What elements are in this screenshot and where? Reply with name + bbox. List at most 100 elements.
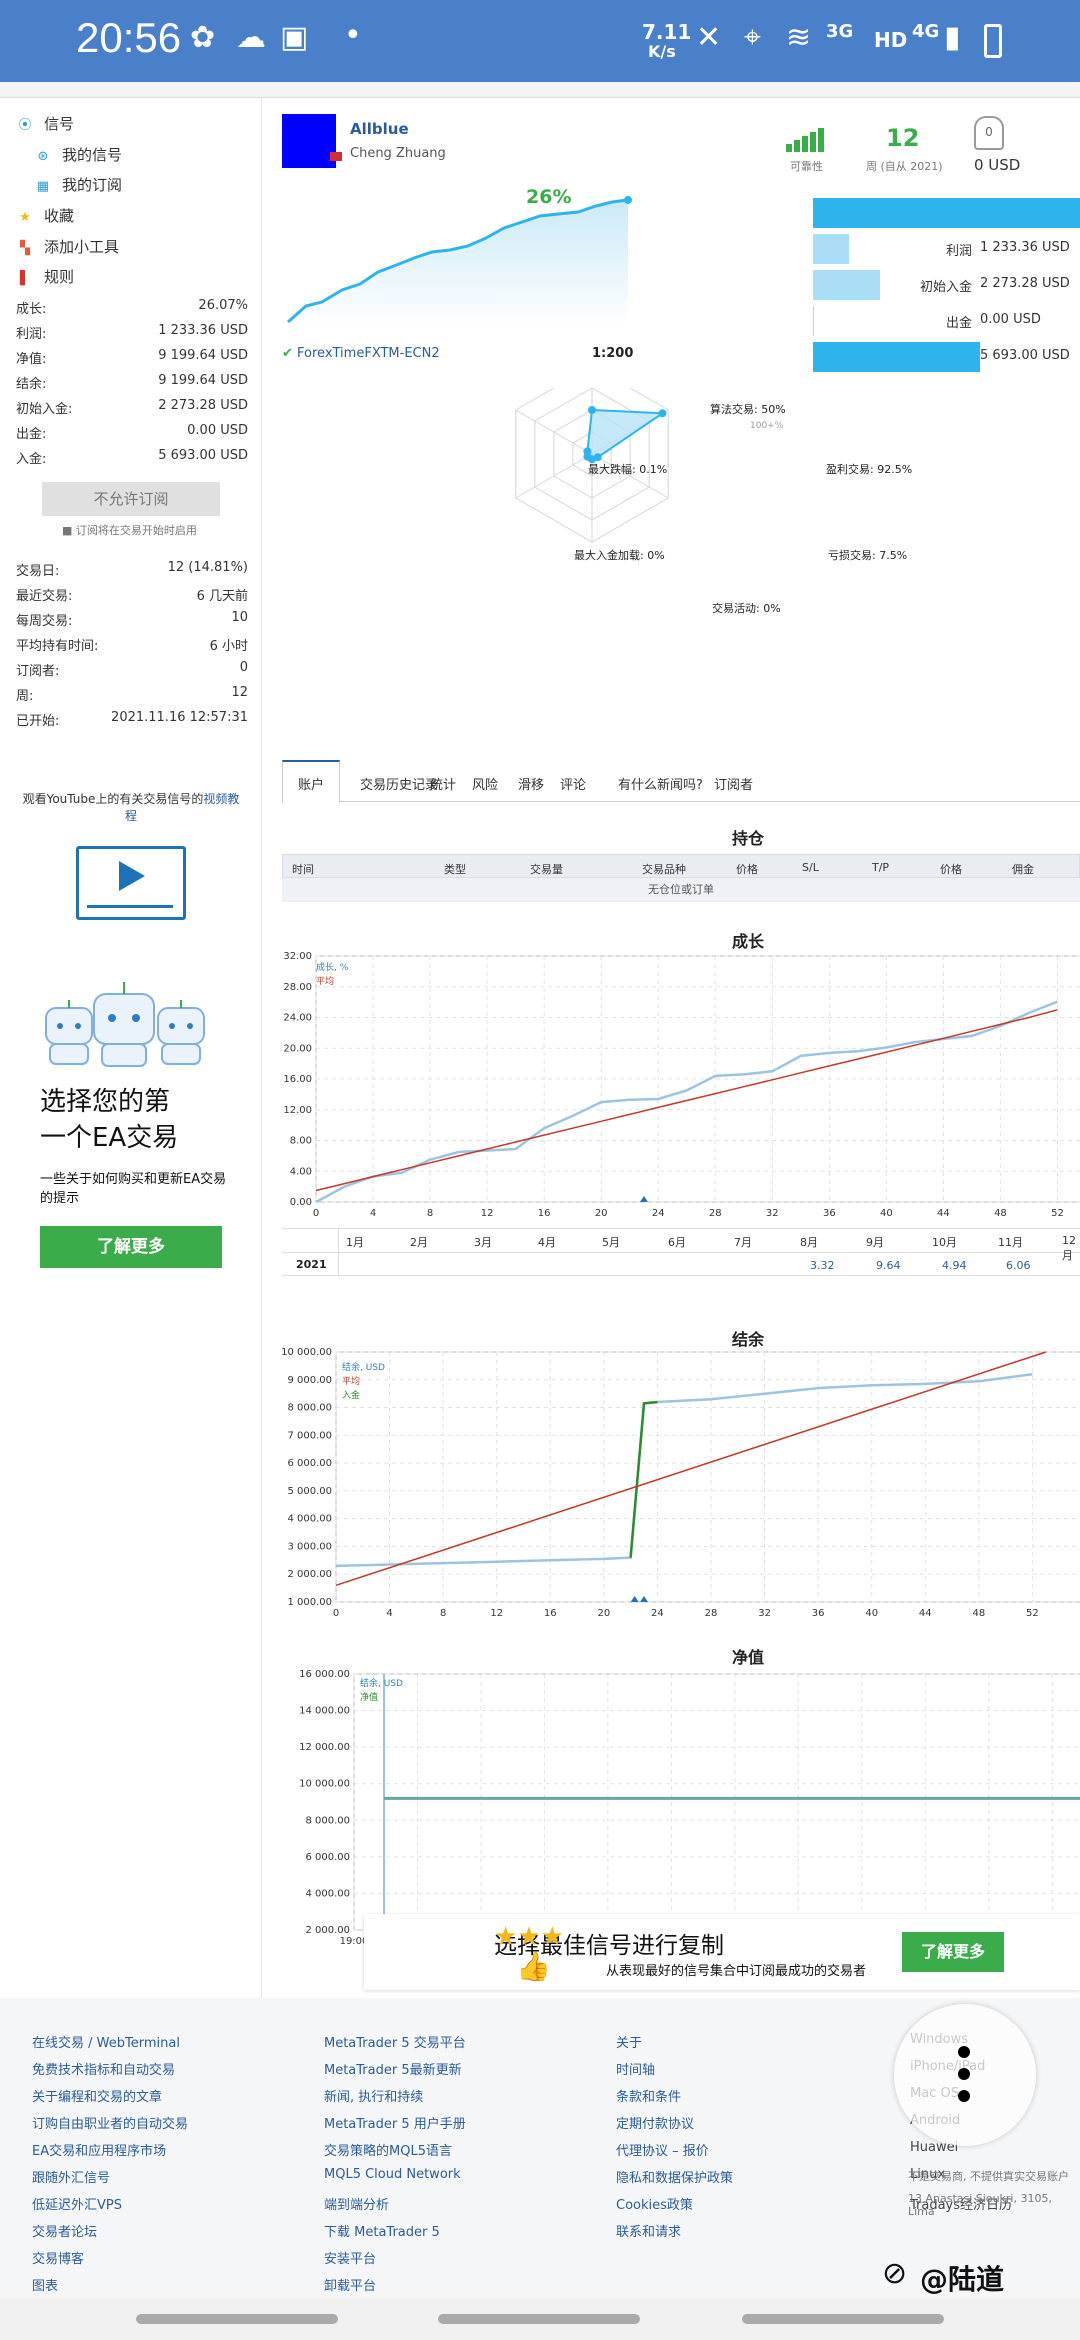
menu-my-signals[interactable]: ⊛ 我的信号 [34, 144, 122, 165]
y-tick-label: 16.00 [283, 1074, 312, 1085]
footer-link[interactable]: MetaTrader 5最新更新 [324, 2059, 462, 2078]
tab-5[interactable]: 评论 [560, 774, 586, 793]
plot-frame [335, 1351, 1080, 1603]
footer-link[interactable]: 免费技术指标和自动交易 [32, 2059, 175, 2078]
footer-link[interactable]: EA交易和应用程序市场 [32, 2140, 166, 2159]
y-tick-label: 12 000.00 [299, 1742, 350, 1753]
positions-col-header: 佣金 [1012, 863, 1034, 876]
subscription-icon: ▦ [36, 179, 50, 194]
account-bar-value: 5 693.00 USD [980, 348, 1070, 363]
account-bar [813, 270, 880, 300]
footer-link[interactable]: 在线交易 / WebTerminal [32, 2032, 180, 2051]
stat-value: 1 233.36 USD [158, 323, 248, 338]
nav-pill-center[interactable] [438, 2314, 640, 2324]
monthly-year: 2021 [296, 1258, 327, 1271]
broker-server[interactable]: ✔ ForexTimeFXTM-ECN2 [282, 346, 440, 361]
tab-3[interactable]: 风险 [472, 774, 498, 793]
balance-series-line [335, 1372, 1033, 1568]
month-value: 4.94 [942, 1259, 967, 1272]
tab-0[interactable]: 账户 [298, 774, 324, 793]
footer-link[interactable]: 关于编程和交易的文章 [32, 2086, 162, 2105]
footer-link[interactable]: 代理协议 – 报价 [616, 2140, 709, 2159]
footer-link[interactable]: 端到端分析 [324, 2194, 389, 2213]
stat-row: 订阅者: 0 [16, 660, 248, 679]
banner-learn-more-button[interactable]: 了解更多 [902, 1932, 1004, 1972]
video-player-icon[interactable] [76, 846, 186, 920]
footer-link[interactable]: MetaTrader 5 交易平台 [324, 2032, 466, 2051]
star-icon: ★ [19, 210, 31, 225]
menu-favorites[interactable]: ★ 收藏 [16, 205, 74, 226]
nav-pill-left[interactable] [136, 2314, 338, 2324]
stat-key: 利润: [16, 327, 47, 342]
account-bar [813, 342, 981, 372]
promo-learn-more-button[interactable]: 了解更多 [40, 1226, 222, 1268]
growth-chart: 0.00 4.00 8.00 12.00 16.00 20.00 24.00 28.00 32.… [283, 951, 1080, 1218]
tab-4[interactable]: 滑移 [518, 774, 544, 793]
account-bar-label: 利润 [945, 244, 972, 259]
robots-illustration [45, 982, 205, 1067]
footer-link[interactable]: MQL5 Cloud Network [324, 2167, 461, 2182]
signal-author[interactable]: Cheng Zhuang [350, 146, 446, 161]
stat-row: 成长: 26.07% [16, 298, 248, 317]
growth-series-line [315, 1000, 1058, 1204]
radar-label-profit: 盈利交易: 92.5% [826, 463, 913, 476]
menu-rules[interactable]: ▌ 规则 [16, 266, 74, 287]
stat-key: 平均持有时间: [16, 639, 99, 654]
y-tick-label: 1 000.00 [287, 1597, 332, 1608]
subscribers-value: 0 USD [974, 156, 1021, 174]
footer-link[interactable]: 跟随外汇信号 [32, 2167, 110, 2186]
y-tick-label: 24.00 [283, 1013, 312, 1024]
equity-legend-equity: 净值 [360, 1693, 379, 1703]
notification-icon: ▣ [280, 20, 309, 55]
subscribe-button[interactable]: 不允许订阅 [42, 482, 220, 516]
radar-label-algo: 算法交易: 50% [710, 403, 786, 416]
footer-link[interactable]: 订购自由职业者的自动交易 [32, 2113, 188, 2132]
tab-7[interactable]: 订阅者 [714, 774, 753, 793]
stat-row: 出金: 0.00 USD [16, 423, 248, 442]
radar-label-drawdown: 最大跌幅: 0.1% [588, 463, 668, 476]
footer-link[interactable]: 交易策略的MQL5语言 [324, 2140, 452, 2159]
footer-link[interactable]: 低延迟外汇VPS [32, 2194, 122, 2213]
footer-link[interactable]: MetaTrader 5 用户手册 [324, 2113, 466, 2132]
positions-col-header: T/P [872, 861, 890, 874]
signal-name[interactable]: Allblue [350, 120, 409, 138]
x-tick-label: 12 [481, 1208, 494, 1218]
tab-1[interactable]: 交易历史记录 [360, 774, 438, 793]
y-tick-label: 8.00 [290, 1136, 312, 1147]
menu-signals[interactable]: ⦿ 信号 [16, 113, 74, 134]
footer-link[interactable]: 隐私和数据保护政策 [616, 2167, 733, 2186]
footer-link[interactable]: 交易者论坛 [32, 2221, 97, 2240]
thumbs-up-icon: 👍 [516, 1950, 551, 1983]
tab-2[interactable]: 统计 [430, 774, 456, 793]
stat-value: 12 (14.81%) [167, 560, 248, 575]
footer-link[interactable]: 交易博客 [32, 2248, 84, 2267]
footer-link[interactable]: 新闻, 执行和持续 [324, 2086, 423, 2105]
floating-assist-ball[interactable] [894, 2004, 1036, 2146]
dot-icon: • [344, 18, 362, 53]
stat-key: 入金: [16, 452, 47, 467]
footer-link[interactable]: Cookies政策 [616, 2194, 693, 2213]
positions-col-header: 时间 [292, 863, 314, 876]
account-bar [813, 306, 814, 336]
footer-link[interactable]: 安装平台 [324, 2248, 376, 2267]
balance-legend-average: 平均 [342, 1377, 361, 1387]
footer-link[interactable]: 条款和条件 [616, 2086, 681, 2105]
footer-link[interactable]: 图表 [32, 2275, 58, 2294]
positions-col-header: S/L [802, 861, 819, 874]
footer-link[interactable]: 定期付款协议 [616, 2113, 694, 2132]
nav-pill-right[interactable] [742, 2314, 944, 2324]
tab-6[interactable]: 有什么新闻吗? [618, 774, 703, 793]
footer-link[interactable]: 下载 MetaTrader 5 [324, 2221, 440, 2240]
stat-value: 2 273.28 USD [158, 398, 248, 413]
footer-link[interactable]: 联系和请求 [616, 2221, 681, 2240]
stat-row: 结余: 9 199.64 USD [16, 373, 248, 392]
menu-add-widget[interactable]: ▚ 添加小工具 [16, 236, 119, 257]
menu-my-subscriptions[interactable]: ▦ 我的订阅 [34, 174, 122, 195]
signal-icon: ⦿ [18, 118, 32, 133]
footer-link[interactable]: 关于 [616, 2032, 642, 2051]
footer-link[interactable]: 卸载平台 [324, 2275, 376, 2294]
footer-link[interactable]: 时间轴 [616, 2059, 655, 2078]
subscribe-note: ■ 订阅将在交易开始时启用 [62, 524, 197, 537]
widget-icon: ▚ [20, 241, 30, 256]
account-bar-value: 1 233.36 USD [980, 240, 1070, 255]
